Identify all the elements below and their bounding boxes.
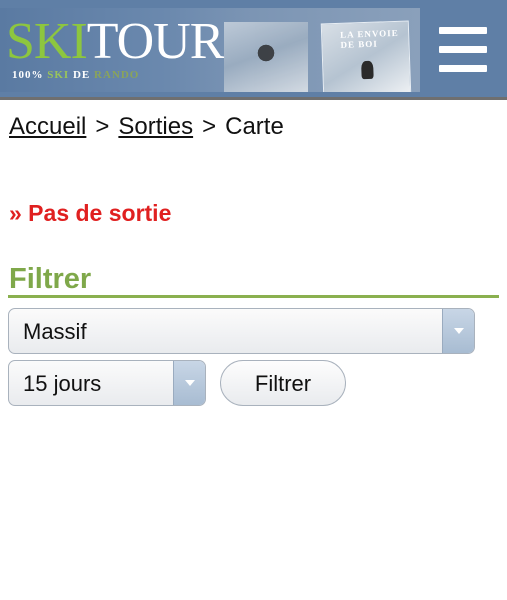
logo-tour-text: TOUR [86,13,225,70]
breadcrumb: Accueil > Sorties > Carte [9,112,284,142]
period-select-value: 15 jours [23,371,102,396]
massif-select-value: Massif [23,319,87,344]
hamburger-menu-icon[interactable] [437,24,489,76]
tagline-part: SKI [47,69,70,81]
filter-divider [8,295,499,298]
massif-select[interactable]: Massif [8,308,475,354]
breadcrumb-link-sorties[interactable]: Sorties [118,113,193,140]
banner-photo-poster: LA ENVOIE DE BOI [320,20,412,92]
site-tagline: 100% SKI DE RANDO [12,69,139,81]
skitour-banner[interactable]: SKITOUR 100% SKI DE RANDO LA ENVOIE DE B… [0,8,420,92]
tagline-part: DE [69,69,94,81]
filter-button[interactable]: Filtrer [220,360,346,406]
skier-figure [361,60,374,80]
no-outing-message: » Pas de sortie [9,200,172,226]
tagline-part: RANDO [94,69,140,81]
filter-section-title: Filtrer [9,263,92,295]
site-header: SKITOUR 100% SKI DE RANDO LA ENVOIE DE B… [0,0,507,100]
poster-caption: LA ENVOIE DE BOI [339,27,399,50]
skier-figure [256,44,276,74]
chevron-down-icon [442,309,474,353]
breadcrumb-link-accueil[interactable]: Accueil [9,113,86,140]
breadcrumb-current: Carte [225,113,284,140]
breadcrumb-separator: > [202,113,217,140]
banner-photo-skier [224,22,308,92]
period-select[interactable]: 15 jours [8,360,206,406]
logo-ski-text: SKI [6,13,88,70]
breadcrumb-separator: > [95,113,110,140]
site-logo[interactable]: SKITOUR [6,13,225,70]
tagline-part: 100% [12,69,48,81]
chevron-down-icon [173,361,205,405]
